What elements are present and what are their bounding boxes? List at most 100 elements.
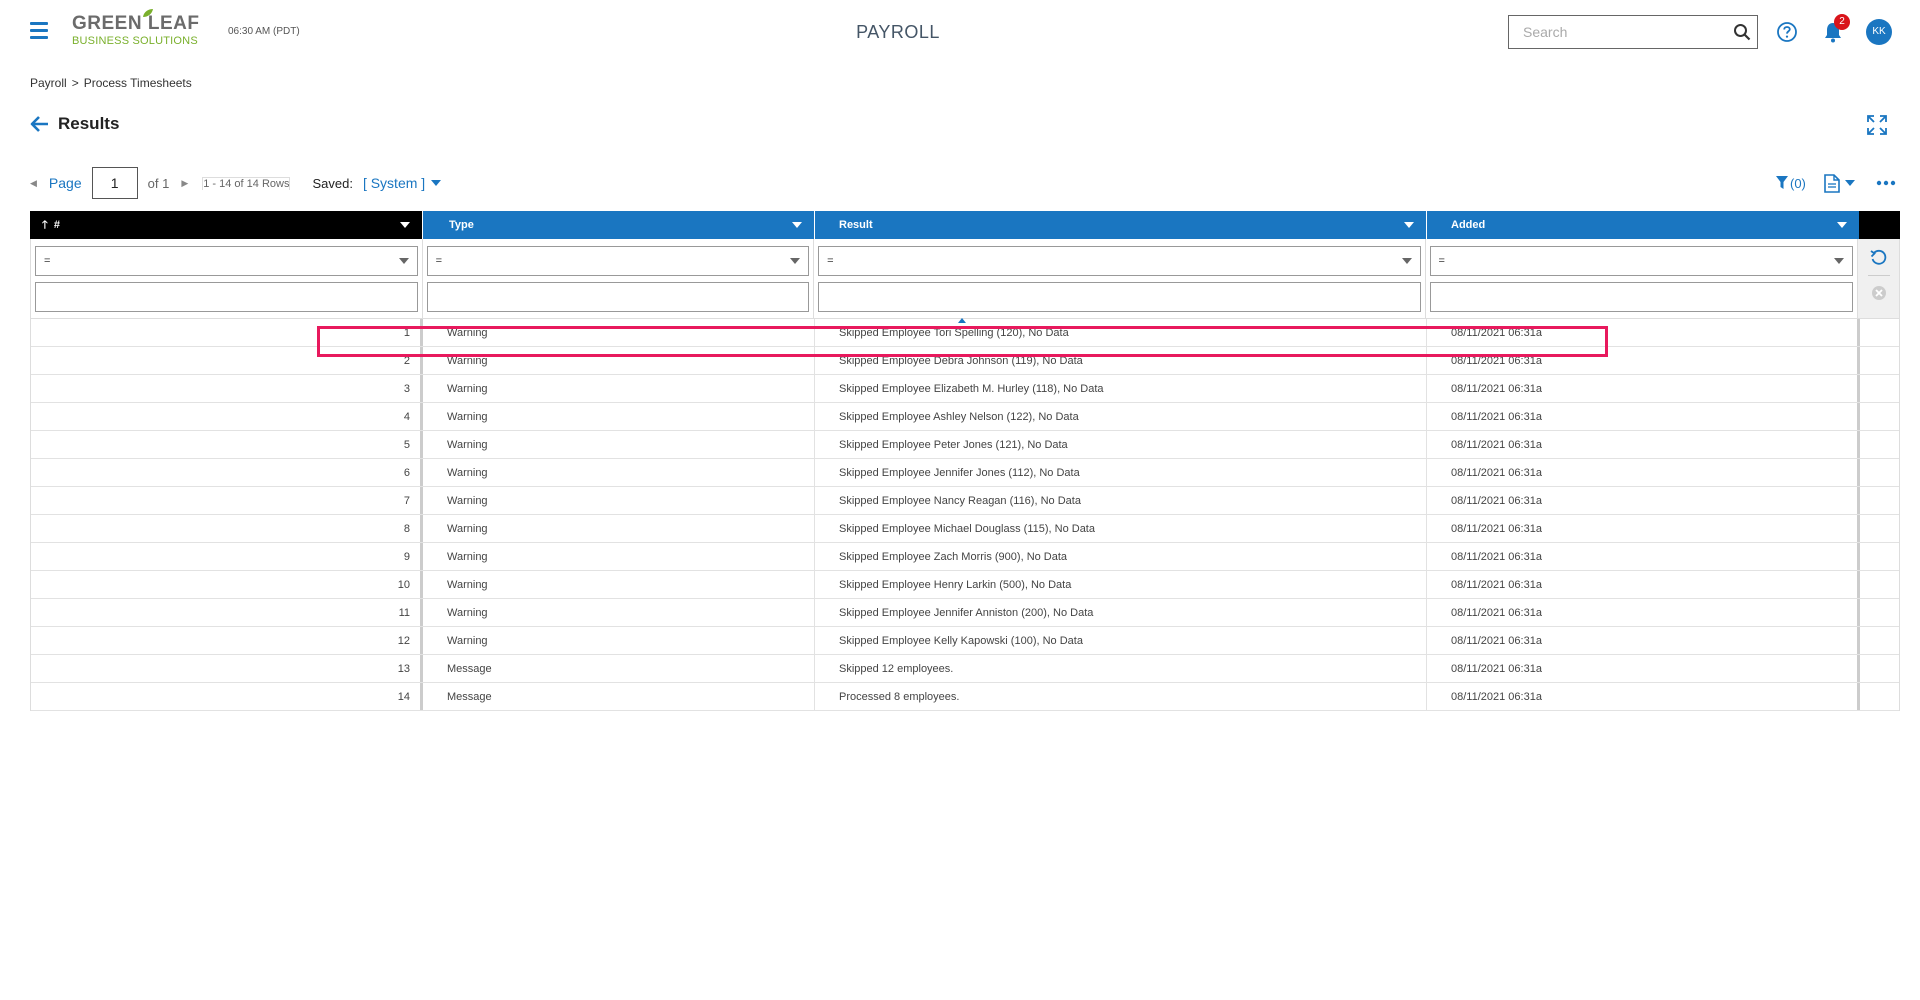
cell-result: Skipped Employee Henry Larkin (500), No … bbox=[815, 571, 1427, 598]
chevron-down-icon bbox=[790, 258, 801, 264]
cell-result: Processed 8 employees. bbox=[815, 683, 1427, 710]
cell-result: Skipped Employee Elizabeth M. Hurley (11… bbox=[815, 375, 1427, 402]
table-row[interactable]: 9 Warning Skipped Employee Zach Morris (90… bbox=[31, 543, 1899, 571]
filter-value-input[interactable] bbox=[1429, 282, 1854, 312]
table-row[interactable]: 8 Warning Skipped Employee Michael Douglas… bbox=[31, 515, 1899, 543]
table-row[interactable]: 2 Warning Skipped Employee Debra Johnson (… bbox=[31, 347, 1899, 375]
saved-label: Saved: bbox=[312, 175, 353, 191]
filter-number: = bbox=[31, 239, 423, 318]
cell-type: Warning bbox=[423, 431, 815, 458]
cell-type: Message bbox=[423, 655, 815, 682]
cell-type: Message bbox=[423, 683, 815, 710]
column-header-added[interactable]: Added bbox=[1426, 211, 1859, 239]
filter-value-input[interactable] bbox=[818, 282, 1421, 312]
page-number-input[interactable] bbox=[91, 167, 138, 199]
cell-type: Warning bbox=[423, 627, 815, 654]
next-page-icon[interactable]: ▶ bbox=[181, 178, 188, 189]
column-label-number: # bbox=[53, 218, 60, 231]
sort-ascending-icon: 🡑 bbox=[42, 218, 48, 231]
cell-number: 6 bbox=[31, 459, 423, 486]
table-row[interactable]: 11 Warning Skipped Employee Jennifer Annis… bbox=[31, 599, 1899, 627]
column-header-number[interactable]: 🡑 # bbox=[30, 211, 422, 239]
prev-page-icon[interactable]: ◀ bbox=[30, 178, 37, 189]
column-label-result: Result bbox=[839, 219, 873, 231]
clear-filter-icon[interactable] bbox=[1871, 285, 1887, 301]
cell-number: 8 bbox=[31, 515, 423, 542]
table-row[interactable]: 14 Message Processed 8 employees. 08/11/202… bbox=[31, 683, 1899, 711]
breadcrumb-process-timesheets[interactable]: Process Timesheets bbox=[84, 76, 192, 90]
cell-actions bbox=[1860, 571, 1898, 598]
cell-added: 08/11/2021 06:31a bbox=[1427, 599, 1860, 626]
cell-type: Warning bbox=[423, 403, 815, 430]
back-arrow-icon[interactable] bbox=[30, 114, 50, 134]
results-grid: 🡑 # Type Result Added = = = = 1 Warning … bbox=[30, 211, 1900, 711]
cell-result: Skipped Employee Ashley Nelson (122), No… bbox=[815, 403, 1427, 430]
filter-operator-select[interactable]: = bbox=[1429, 246, 1854, 276]
cell-actions bbox=[1860, 627, 1898, 654]
table-row[interactable]: 5 Warning Skipped Employee Peter Jones (12… bbox=[31, 431, 1899, 459]
expand-fullscreen-icon[interactable] bbox=[1866, 114, 1888, 136]
filter-value-input[interactable] bbox=[35, 282, 418, 312]
table-row[interactable]: 6 Warning Skipped Employee Jennifer Jones … bbox=[31, 459, 1899, 487]
table-row[interactable]: 1 Warning Skipped Employee Tori Spelling (… bbox=[31, 319, 1899, 347]
cell-result: Skipped Employee Peter Jones (121), No D… bbox=[815, 431, 1427, 458]
table-row[interactable]: 4 Warning Skipped Employee Ashley Nelson (… bbox=[31, 403, 1899, 431]
reset-filter-icon[interactable] bbox=[1869, 249, 1888, 267]
filter-operator-select[interactable]: = bbox=[35, 246, 418, 276]
cell-result: Skipped Employee Jennifer Jones (112), N… bbox=[815, 459, 1427, 486]
cell-result: Skipped Employee Michael Douglass (115),… bbox=[815, 515, 1427, 542]
column-header-result[interactable]: Result bbox=[814, 211, 1426, 239]
cell-added: 08/11/2021 06:31a bbox=[1427, 571, 1860, 598]
cell-added: 08/11/2021 06:31a bbox=[1427, 403, 1860, 430]
cell-added: 08/11/2021 06:31a bbox=[1427, 683, 1860, 710]
cell-actions bbox=[1860, 403, 1898, 430]
cell-result: Skipped Employee Jennifer Anniston (200)… bbox=[815, 599, 1427, 626]
page-label: Page bbox=[48, 175, 82, 191]
row-count: 1 - 14 of 14 Rows bbox=[202, 176, 291, 190]
cell-result: Skipped Employee Nancy Reagan (116), No … bbox=[815, 487, 1427, 514]
page-total: of 1 bbox=[147, 175, 170, 191]
filter-operator-select[interactable]: = bbox=[426, 246, 810, 276]
table-row[interactable]: 3 Warning Skipped Employee Elizabeth M. Hu… bbox=[31, 375, 1899, 403]
column-header-actions bbox=[1859, 211, 1900, 239]
cell-actions bbox=[1860, 543, 1898, 570]
table-row[interactable]: 7 Warning Skipped Employee Nancy Reagan (1… bbox=[31, 487, 1899, 515]
cell-added: 08/11/2021 06:31a bbox=[1427, 487, 1860, 514]
cell-actions bbox=[1860, 487, 1898, 514]
cell-added: 08/11/2021 06:31a bbox=[1427, 347, 1860, 374]
search-icon[interactable] bbox=[1727, 17, 1757, 47]
export-button[interactable] bbox=[1824, 173, 1855, 193]
filter-value-input[interactable] bbox=[426, 282, 810, 312]
column-menu-icon[interactable] bbox=[1837, 222, 1847, 228]
cell-actions bbox=[1860, 515, 1898, 542]
cell-added: 08/11/2021 06:31a bbox=[1427, 431, 1860, 458]
column-menu-icon[interactable] bbox=[400, 222, 410, 228]
table-row[interactable]: 10 Warning Skipped Employee Henry Larkin (… bbox=[31, 571, 1899, 599]
cell-type: Warning bbox=[423, 543, 815, 570]
top-header: GREEN LEAF BUSINESS SOLUTIONS 06:30 AM (… bbox=[0, 0, 1920, 64]
grid-rows: 1 Warning Skipped Employee Tori Spelling (… bbox=[30, 318, 1900, 711]
document-export-icon bbox=[1824, 173, 1840, 193]
saved-view-select[interactable]: [ System ] bbox=[363, 175, 425, 191]
chevron-down-icon[interactable] bbox=[431, 180, 442, 186]
filter-operator-select[interactable]: = bbox=[818, 246, 1421, 276]
table-row[interactable]: 12 Warning Skipped Employee Kelly Kapowski… bbox=[31, 627, 1899, 655]
filter-count: (0) bbox=[1790, 175, 1806, 191]
search-input[interactable] bbox=[1509, 16, 1727, 48]
cell-number: 7 bbox=[31, 487, 423, 514]
cell-number: 2 bbox=[31, 347, 423, 374]
cell-type: Warning bbox=[423, 347, 815, 374]
cell-added: 08/11/2021 06:31a bbox=[1427, 459, 1860, 486]
breadcrumb-payroll[interactable]: Payroll bbox=[30, 76, 67, 90]
cell-actions bbox=[1860, 431, 1898, 458]
help-icon[interactable] bbox=[1776, 21, 1798, 43]
cell-result: Skipped Employee Debra Johnson (119), No… bbox=[815, 347, 1427, 374]
column-header-type[interactable]: Type bbox=[422, 211, 814, 239]
column-menu-icon[interactable] bbox=[1404, 222, 1414, 228]
user-avatar[interactable]: KK bbox=[1866, 19, 1892, 45]
table-row[interactable]: 13 Message Skipped 12 employees. 08/11/2021… bbox=[31, 655, 1899, 683]
cell-actions bbox=[1860, 459, 1898, 486]
column-menu-icon[interactable] bbox=[792, 222, 802, 228]
more-options-button[interactable] bbox=[1876, 173, 1896, 193]
filter-button[interactable]: (0) bbox=[1776, 173, 1806, 193]
